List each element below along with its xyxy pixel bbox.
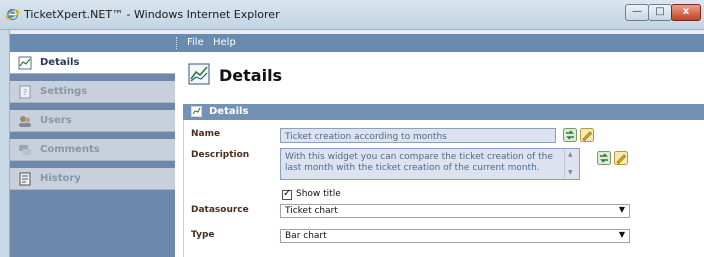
- menu-help[interactable]: Help: [213, 37, 236, 48]
- minimize-button[interactable]: —: [625, 4, 649, 21]
- menu-separator: [176, 37, 178, 49]
- sidebar-item-settings[interactable]: ? Settings: [10, 81, 175, 103]
- description-scrollbar[interactable]: ▲ ▼: [564, 149, 578, 179]
- page-title: Details: [219, 66, 283, 85]
- scroll-up-icon[interactable]: ▲: [568, 151, 573, 158]
- type-select[interactable]: Bar chart ▼: [280, 229, 630, 243]
- window-frame-left: [0, 30, 10, 257]
- description-label: Description: [191, 150, 250, 160]
- show-title-checkbox[interactable]: ✓: [282, 188, 292, 200]
- close-button[interactable]: x: [671, 4, 701, 21]
- chevron-down-icon: ▼: [618, 230, 625, 239]
- sidebar-item-label: Users: [40, 115, 72, 126]
- sidebar-gap: [10, 103, 175, 110]
- sidebar-gap: [10, 74, 175, 81]
- edit-icon[interactable]: [614, 151, 628, 165]
- sidebar-item-users[interactable]: Users: [10, 110, 175, 132]
- name-label: Name: [191, 129, 221, 139]
- datasource-label: Datasource: [191, 205, 249, 215]
- main-content: Details Details Name Ticket creation acc…: [175, 52, 704, 257]
- window-title-bar: TicketXpert.NET™ - Windows Internet Expl…: [0, 0, 704, 30]
- chart-icon: [18, 56, 32, 70]
- sidebar-item-label: Details: [40, 57, 80, 68]
- sidebar-gap: [10, 132, 175, 139]
- sidebar: Details ? Settings Users Comments Histor…: [10, 52, 175, 257]
- settings-icon: ?: [19, 85, 31, 99]
- sidebar-item-label: Comments: [40, 144, 100, 155]
- chart-icon: [191, 106, 202, 117]
- refresh-icon[interactable]: [597, 151, 611, 165]
- sidebar-item-label: Settings: [40, 86, 88, 97]
- menu-file[interactable]: File: [187, 37, 204, 48]
- close-icon: x: [682, 6, 690, 17]
- internet-explorer-icon: [5, 8, 20, 21]
- sidebar-item-history[interactable]: History: [10, 168, 175, 190]
- maximize-button[interactable]: □: [648, 4, 672, 21]
- minimize-icon: —: [632, 6, 642, 17]
- sidebar-gap: [10, 161, 175, 168]
- svg-text:?: ?: [23, 88, 27, 97]
- scroll-down-icon[interactable]: ▼: [568, 169, 573, 176]
- maximize-icon: □: [655, 6, 665, 17]
- type-value: Bar chart: [285, 231, 327, 241]
- type-label: Type: [191, 230, 215, 240]
- comments-icon: [19, 145, 31, 155]
- sidebar-item-comments[interactable]: Comments: [10, 139, 175, 161]
- users-icon: [19, 116, 31, 127]
- sidebar-item-label: History: [40, 173, 81, 184]
- show-title-label: Show title: [296, 189, 341, 199]
- checkmark-icon: ✓: [283, 188, 292, 199]
- name-field[interactable]: Ticket creation according to months: [280, 128, 556, 143]
- sidebar-item-details[interactable]: Details: [10, 52, 175, 74]
- menu-bar: File Help: [10, 34, 704, 52]
- history-icon: [19, 172, 31, 186]
- edit-icon[interactable]: [580, 128, 594, 142]
- chart-icon: [188, 63, 210, 85]
- panel-title: Details: [209, 106, 249, 117]
- refresh-icon[interactable]: [563, 128, 577, 142]
- description-field[interactable]: With this widget you can compare the tic…: [280, 148, 580, 180]
- menu-bar-left-area: [10, 34, 175, 52]
- datasource-value: Ticket chart: [285, 206, 338, 216]
- chevron-down-icon: ▼: [618, 205, 625, 214]
- window-title: TicketXpert.NET™ - Windows Internet Expl…: [24, 8, 280, 21]
- details-panel-header: Details: [183, 104, 704, 120]
- datasource-select[interactable]: Ticket chart ▼: [280, 204, 630, 218]
